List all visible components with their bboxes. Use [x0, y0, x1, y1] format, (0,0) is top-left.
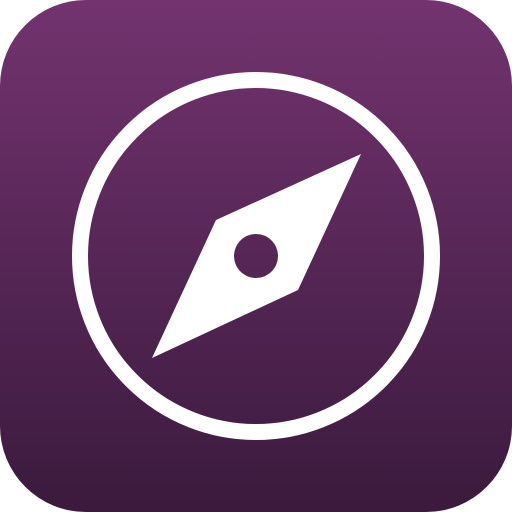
app-icon[interactable] — [0, 0, 512, 512]
compass-icon — [0, 0, 512, 512]
